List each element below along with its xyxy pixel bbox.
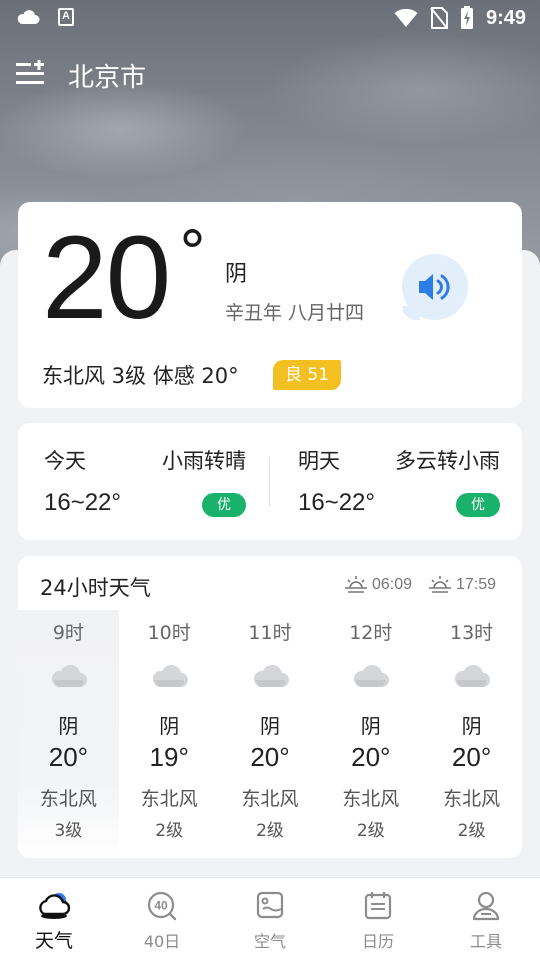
hour-wind: 东北风 <box>241 788 299 810</box>
nav-tab-tools[interactable]: 工具 <box>432 878 540 960</box>
calendar-icon <box>364 892 392 920</box>
voice-broadcast-button[interactable] <box>402 254 468 320</box>
forecast-aqi-badge: 优 <box>202 493 246 517</box>
nav-tab-weather[interactable]: 天气 <box>0 878 108 960</box>
hour-condition: 阴 <box>259 714 280 738</box>
aqi-badge[interactable]: 良 51 <box>273 360 342 390</box>
hour-time: 13时 <box>449 622 494 644</box>
hour-item[interactable]: 10时 阴 19° 东北风 2级 <box>119 610 220 858</box>
current-temperature: 20 <box>42 212 171 344</box>
hourly-forecast-card: 24小时天气 06:09 17:59 9时 阴 20° 东北风 3级 10时 阴… <box>18 556 522 858</box>
sunset: 17:59 <box>428 575 496 595</box>
air-icon <box>256 891 284 919</box>
status-bar: A 9:49 <box>0 0 540 36</box>
forecast-temp-range: 16~22° <box>44 489 122 516</box>
hour-time: 12时 <box>349 622 393 644</box>
hour-wind: 东北风 <box>140 788 198 810</box>
hour-condition: 阴 <box>58 714 79 738</box>
forecast-temp-range: 16~22° <box>298 489 376 516</box>
forecast-condition: 小雨转晴 <box>162 449 246 473</box>
hour-item[interactable]: 13时 阴 20° 东北风 2级 <box>421 610 522 858</box>
40-day-icon-text: 40 <box>154 899 168 913</box>
bottom-navigation: 天气 40 40日 空气 日历 工具 <box>0 877 540 960</box>
hour-item[interactable]: 9时 阴 20° 东北风 3级 <box>18 610 119 858</box>
hour-item[interactable]: 11时 阴 20° 东北风 2级 <box>220 610 321 858</box>
cloud-notification-icon <box>17 10 40 24</box>
forecast-tomorrow[interactable]: 明天 多云转小雨 16~22° 优 <box>272 423 522 540</box>
sunset-icon <box>429 576 451 593</box>
city-menu-icon[interactable] <box>16 60 46 88</box>
nav-tab-calendar[interactable]: 日历 <box>324 878 432 960</box>
nav-label: 日历 <box>361 932 394 951</box>
hour-temp: 19° <box>149 742 189 772</box>
forecast-divider <box>269 457 270 507</box>
city-name[interactable]: 北京市 <box>68 57 146 94</box>
cloud-icon <box>354 664 390 687</box>
nav-tab-40day[interactable]: 40 40日 <box>108 878 216 960</box>
battery-charging-icon <box>460 6 473 29</box>
forecast-today[interactable]: 今天 小雨转晴 16~22° 优 <box>18 423 268 540</box>
nav-label: 40日 <box>143 932 181 951</box>
sunrise: 06:09 <box>344 575 412 595</box>
forecast-condition: 多云转小雨 <box>395 449 500 473</box>
cloud-icon <box>152 664 188 687</box>
daily-forecast-card: 今天 小雨转晴 16~22° 优 明天 多云转小雨 16~22° 优 <box>18 423 522 540</box>
nav-label: 工具 <box>469 932 502 951</box>
hour-wind: 东北风 <box>39 788 97 810</box>
hour-temp: 20° <box>250 742 290 772</box>
hour-wind-level: 2级 <box>457 821 486 841</box>
clock: 9:49 <box>485 6 526 29</box>
hourly-title: 24小时天气 <box>40 576 151 600</box>
degree-symbol: ° <box>178 218 207 286</box>
cloud-icon <box>253 664 289 687</box>
hour-wind-level: 3级 <box>54 821 83 841</box>
hour-temp: 20° <box>48 742 89 772</box>
hour-condition: 阴 <box>360 714 381 738</box>
sunrise-icon <box>345 576 367 593</box>
wifi-icon <box>394 8 418 27</box>
sunset-time: 17:59 <box>456 576 497 593</box>
speaker-icon <box>419 274 450 300</box>
hour-wind: 东北风 <box>443 788 501 810</box>
app-notification-icon: A <box>58 8 74 26</box>
wind-and-feels-like: 东北风 3级 体感 20° <box>42 364 239 388</box>
hour-time: 9时 <box>52 622 84 644</box>
40-day-icon: 40 <box>147 891 177 921</box>
hour-condition: 阴 <box>159 714 180 738</box>
current-condition: 阴 <box>225 262 248 287</box>
hour-temp: 20° <box>451 742 492 772</box>
lunar-date: 辛丑年 八月廿四 <box>225 302 365 324</box>
forecast-day-label: 明天 <box>298 449 340 473</box>
hour-wind-level: 2级 <box>155 821 184 841</box>
app-header: 北京市 <box>0 52 540 96</box>
forecast-aqi-badge: 优 <box>456 493 500 517</box>
nav-label: 天气 <box>34 930 73 952</box>
hourly-list[interactable]: 9时 阴 20° 东北风 3级 10时 阴 19° 东北风 2级 11时 阴 2… <box>18 610 522 858</box>
weather-icon <box>39 893 71 919</box>
hour-temp: 20° <box>351 742 391 772</box>
cloud-icon <box>455 664 491 687</box>
forecast-day-label: 今天 <box>44 449 86 473</box>
sunrise-time: 06:09 <box>372 576 413 593</box>
cloud-icon <box>51 664 87 687</box>
no-sim-icon <box>430 7 448 29</box>
hour-time: 10时 <box>147 622 191 644</box>
hour-item[interactable]: 12时 阴 20° 东北风 2级 <box>320 610 421 858</box>
hour-wind-level: 2级 <box>356 821 385 841</box>
hour-time: 11时 <box>248 622 292 644</box>
hour-wind: 东北风 <box>342 788 400 810</box>
nav-label: 空气 <box>253 932 286 951</box>
hour-condition: 阴 <box>461 714 482 738</box>
hour-wind-level: 2级 <box>256 821 284 841</box>
tools-icon <box>472 891 500 921</box>
current-weather-card: 20 ° 阴 辛丑年 八月廿四 东北风 3级 体感 20° 良 51 <box>18 202 522 408</box>
nav-tab-air[interactable]: 空气 <box>216 878 324 960</box>
